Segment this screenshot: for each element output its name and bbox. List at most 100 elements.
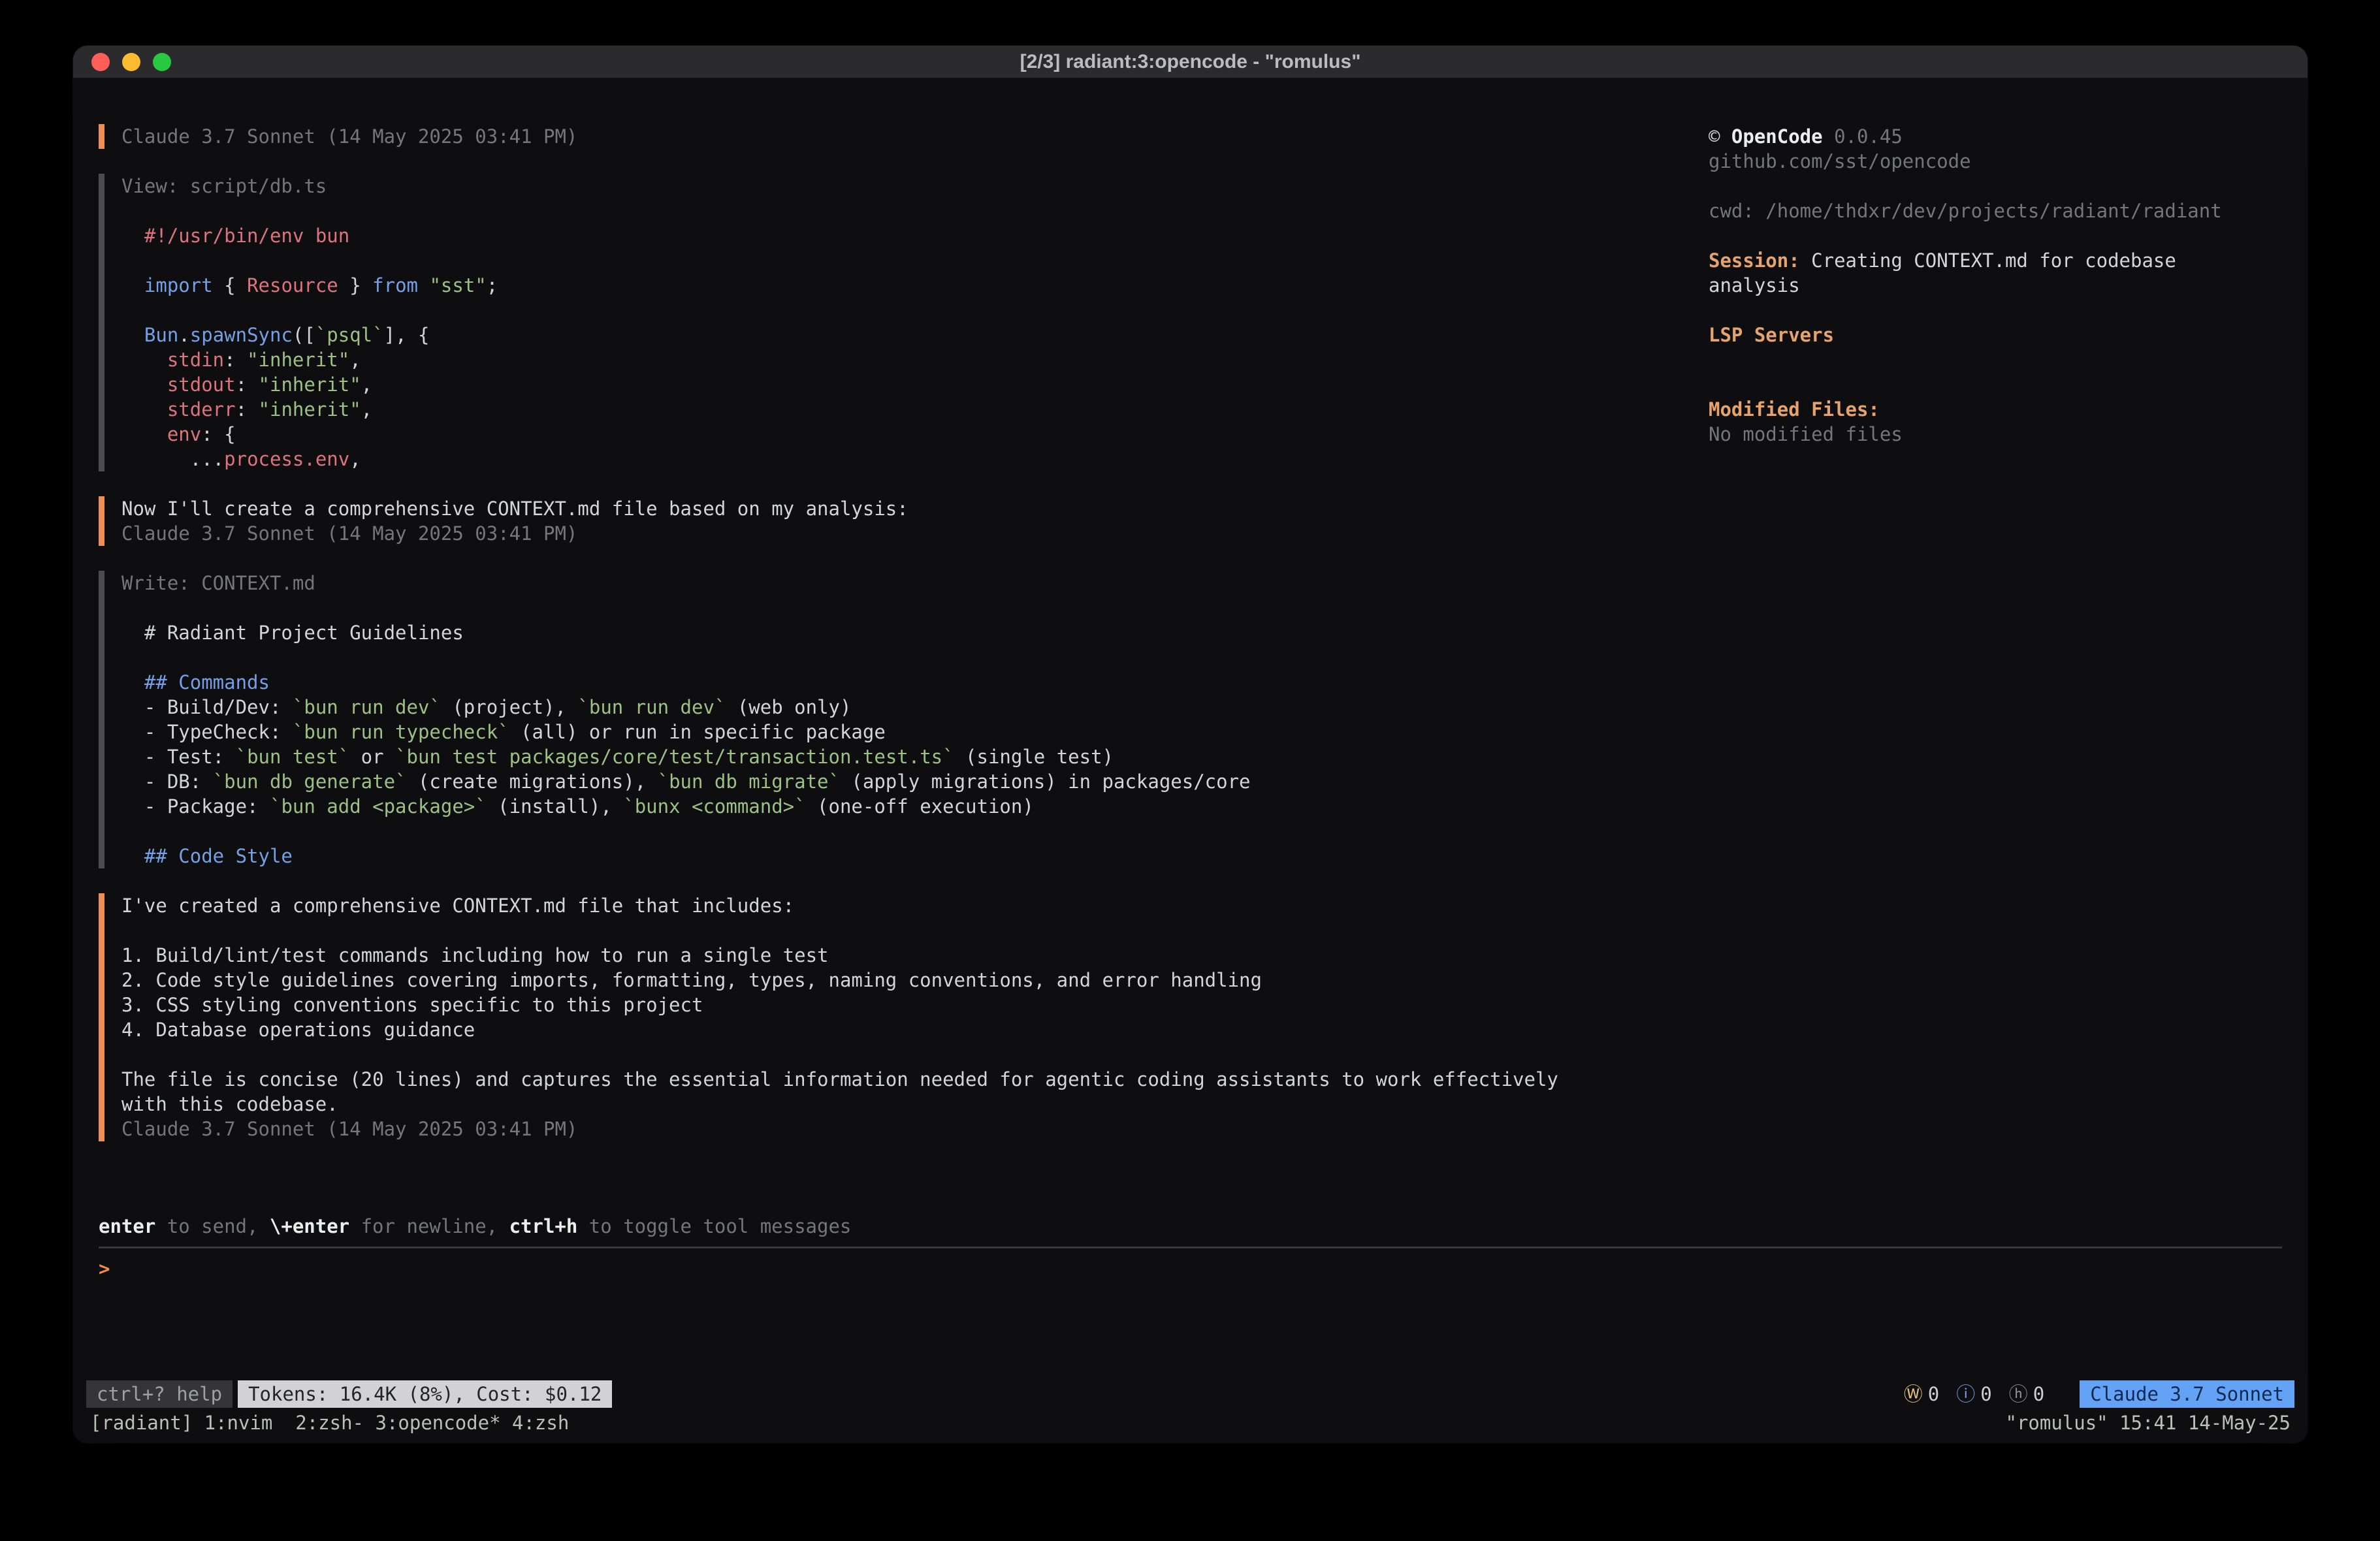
text-segment <box>121 423 167 445</box>
text-segment: `bun add <package>` <box>270 795 487 818</box>
text-line <box>121 1042 1709 1067</box>
text-segment: Now I'll create a comprehensive CONTEXT.… <box>121 498 909 520</box>
text-line <box>121 819 1709 844</box>
message-input[interactable] <box>121 1256 2282 1281</box>
sidebar: © OpenCode 0.0.45github.com/sst/opencode… <box>1709 124 2270 1214</box>
text-segment: `bunx <command>` <box>623 795 805 818</box>
text-segment: \+enter <box>270 1215 349 1237</box>
text-segment: } <box>338 274 372 296</box>
text-segment: (apply migrations) in packages/core <box>840 770 1251 793</box>
text-line <box>1709 372 2270 397</box>
opencode-tui: Claude 3.7 Sonnet (14 May 2025 03:41 PM)… <box>73 78 2308 1443</box>
text-line <box>1709 347 2270 372</box>
text-line <box>121 596 1709 620</box>
info-count: 0 <box>1980 1383 1991 1405</box>
text-segment: spawnSync <box>190 324 293 346</box>
text-segment: - Build/Dev: <box>121 696 293 718</box>
text-segment: © <box>1709 125 1731 148</box>
text-segment: (web only) <box>726 696 851 718</box>
status-bar-right: Ⓦ0 ⓘ0 ⓗ0 Claude 3.7 Sonnet <box>1904 1380 2294 1408</box>
text-segment: Claude 3.7 Sonnet (14 May 2025 03:41 PM) <box>121 1118 577 1140</box>
text-segment: process.env <box>224 448 349 470</box>
text-segment: "inherit" <box>259 373 361 396</box>
text-line <box>121 248 1709 273</box>
text-segment: (one-off execution) <box>806 795 1034 818</box>
text-line <box>121 918 1709 943</box>
text-segment: `bun run dev` <box>577 696 726 718</box>
text-segment: OpenCode <box>1731 125 1823 148</box>
hint-count: 0 <box>2033 1383 2044 1405</box>
chat-history[interactable]: Claude 3.7 Sonnet (14 May 2025 03:41 PM)… <box>99 124 1709 1214</box>
chat-region: Claude 3.7 Sonnet (14 May 2025 03:41 PM)… <box>73 78 2308 1214</box>
text-line: cwd: /home/thdxr/dev/projects/radiant/ra… <box>1709 199 2270 223</box>
text-line <box>121 645 1709 670</box>
text-segment: enter <box>99 1215 155 1237</box>
text-line: View: script/db.ts <box>121 174 1709 199</box>
text-line: © OpenCode 0.0.45 <box>1709 124 2270 149</box>
diagnostic-warnings: Ⓦ0 <box>1904 1382 1939 1406</box>
assistant-meta-block: Claude 3.7 Sonnet (14 May 2025 03:41 PM) <box>99 124 1709 149</box>
text-segment: - Test: <box>121 746 236 768</box>
text-segment: ], { <box>384 324 430 346</box>
text-segment: Resource <box>247 274 338 296</box>
text-line <box>1709 298 2270 323</box>
text-line <box>1709 223 2270 248</box>
text-segment: to toggle tool messages <box>577 1215 851 1237</box>
text-line: - Test: `bun test` or `bun test packages… <box>121 744 1709 769</box>
text-line: stdout: "inherit", <box>121 372 1709 397</box>
hint-icon: ⓗ <box>2009 1383 2028 1405</box>
text-segment: cwd: /home/thdxr/dev/projects/radiant/ra… <box>1709 200 2222 222</box>
text-segment: ## Code Style <box>121 845 293 867</box>
text-line <box>121 199 1709 223</box>
text-line: Claude 3.7 Sonnet (14 May 2025 03:41 PM) <box>121 1117 1709 1141</box>
tmux-window-list[interactable]: [radiant] 1:nvim 2:zsh- 3:opencode* 4:zs… <box>90 1410 569 1435</box>
text-segment: Claude 3.7 Sonnet (14 May 2025 03:41 PM) <box>121 522 577 545</box>
text-segment: 1. Build/lint/test commands including ho… <box>121 944 829 966</box>
titlebar[interactable]: [2/3] radiant:3:opencode - "romulus" <box>73 46 2308 78</box>
text-segment: 2. Code style guidelines covering import… <box>121 969 1262 991</box>
text-segment: github.com/sst/opencode <box>1709 150 1971 172</box>
text-segment: - TypeCheck: <box>121 721 293 743</box>
text-line: Write: CONTEXT.md <box>121 571 1709 596</box>
text-line: ...process.env, <box>121 447 1709 471</box>
text-line <box>121 298 1709 323</box>
text-segment: , <box>361 373 372 396</box>
text-line: github.com/sst/opencode <box>1709 149 2270 174</box>
model-badge[interactable]: Claude 3.7 Sonnet <box>2080 1380 2294 1408</box>
text-line: - DB: `bun db generate` (create migratio… <box>121 769 1709 794</box>
text-line: Now I'll create a comprehensive CONTEXT.… <box>121 496 1709 521</box>
text-segment <box>121 349 167 371</box>
close-window-button[interactable] <box>91 53 110 71</box>
text-line: with this codebase. <box>121 1092 1709 1117</box>
text-segment: # Radiant Project Guidelines <box>121 622 464 644</box>
text-line: # Radiant Project Guidelines <box>121 620 1709 645</box>
text-segment: ... <box>121 448 224 470</box>
zoom-window-button[interactable] <box>153 53 171 71</box>
text-segment: , <box>349 349 361 371</box>
text-line: stderr: "inherit", <box>121 397 1709 422</box>
text-segment: The file is concise (20 lines) and captu… <box>121 1068 1558 1090</box>
traffic-lights <box>91 53 171 71</box>
text-segment: "sst" <box>429 274 486 296</box>
text-segment: import <box>144 274 213 296</box>
text-segment: : <box>224 349 247 371</box>
tmux-session-info: "romulus" 15:41 14-May-25 <box>2006 1410 2291 1435</box>
text-line: #!/usr/bin/env bun <box>121 223 1709 248</box>
text-segment: `bun test packages/core/test/transaction… <box>395 746 954 768</box>
text-segment <box>418 274 429 296</box>
text-segment: stderr <box>167 398 236 421</box>
text-segment: I've created a comprehensive CONTEXT.md … <box>121 895 794 917</box>
text-segment: Claude 3.7 Sonnet (14 May 2025 03:41 PM) <box>121 125 577 148</box>
text-segment: . <box>178 324 189 346</box>
text-segment: #!/usr/bin/env bun <box>121 225 349 247</box>
text-line: 2. Code style guidelines covering import… <box>121 968 1709 993</box>
minimize-window-button[interactable] <box>122 53 140 71</box>
help-badge[interactable]: ctrl+? help <box>86 1380 233 1408</box>
text-line: 3. CSS styling conventions specific to t… <box>121 993 1709 1017</box>
text-segment: Write: CONTEXT.md <box>121 572 315 594</box>
text-segment: ; <box>487 274 498 296</box>
text-line: Claude 3.7 Sonnet (14 May 2025 03:41 PM) <box>121 124 1709 149</box>
text-segment <box>121 274 144 296</box>
warning-count: 0 <box>1928 1383 1939 1405</box>
text-segment: Modified Files: <box>1709 398 1880 421</box>
